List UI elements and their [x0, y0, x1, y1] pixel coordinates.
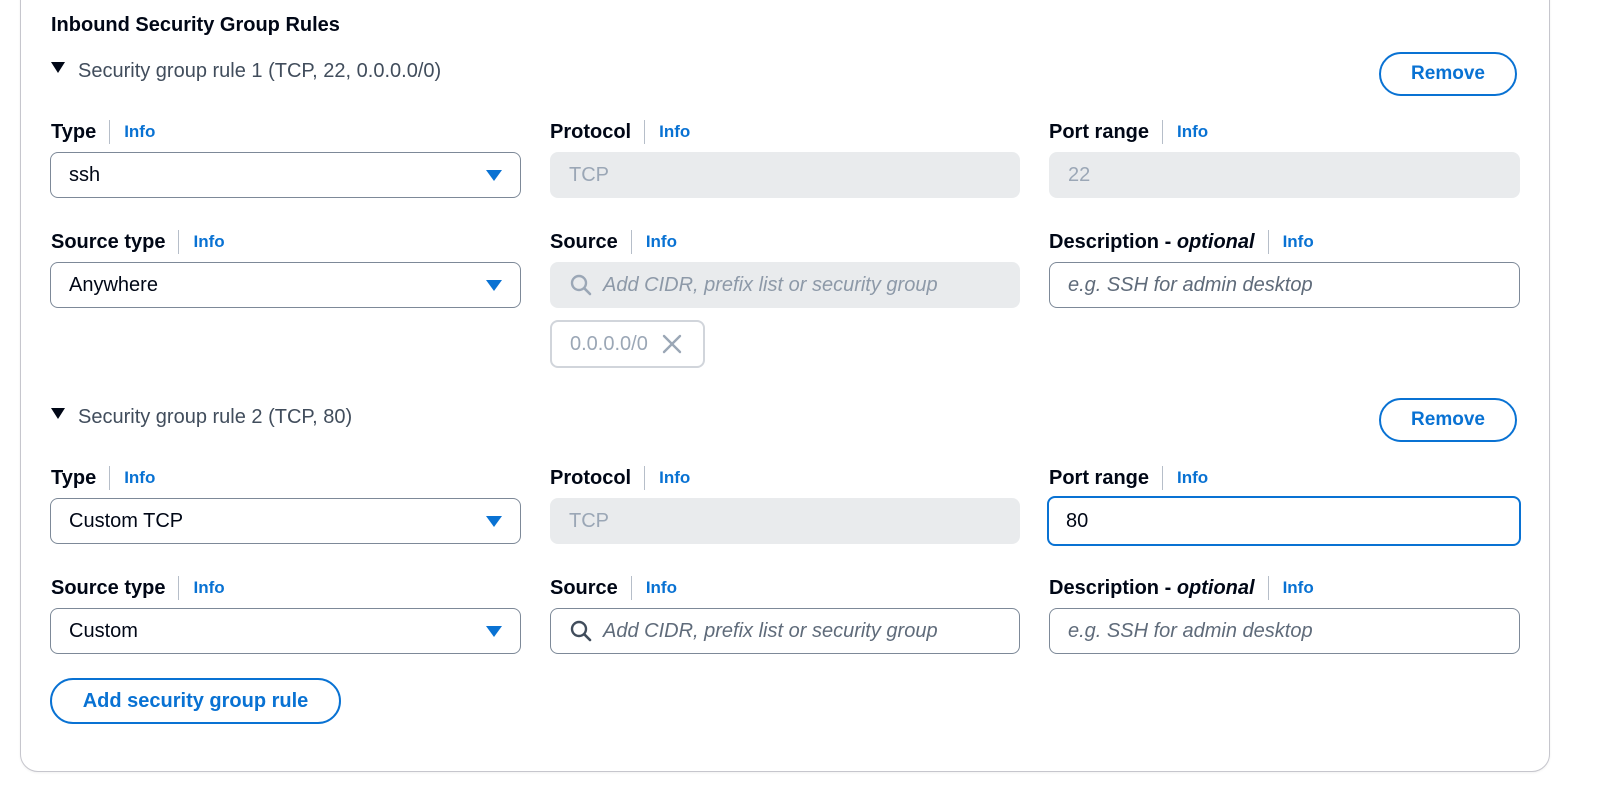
divider — [109, 120, 111, 144]
dropdown-arrow-icon — [486, 169, 502, 181]
rule-2-port-label-row: Port range Info — [1049, 465, 1208, 491]
rule-1-port-range-field: 22 — [1049, 152, 1520, 198]
description-placeholder: e.g. SSH for admin desktop — [1068, 273, 1313, 296]
close-icon[interactable] — [662, 334, 682, 354]
rule-2-type-select[interactable]: Custom TCP — [50, 498, 521, 544]
port-range-value: 80 — [1066, 509, 1089, 532]
description-info-link[interactable]: Info — [1283, 232, 1314, 252]
divider — [109, 466, 111, 490]
caret-down-icon — [51, 62, 65, 73]
divider — [630, 576, 632, 600]
rule-2-remove-button[interactable]: Remove — [1379, 398, 1517, 442]
source-label: Source — [550, 576, 618, 599]
dropdown-arrow-icon — [486, 625, 502, 637]
rule-1-source-label-row: Source Info — [550, 229, 677, 255]
rule-2-description-input[interactable]: e.g. SSH for admin desktop — [1049, 608, 1520, 654]
divider — [1267, 576, 1269, 600]
protocol-info-link[interactable]: Info — [659, 122, 690, 142]
type-label: Type — [51, 466, 97, 489]
port-range-label: Port range — [1049, 120, 1150, 143]
dropdown-arrow-icon — [486, 515, 502, 527]
divider — [1162, 120, 1164, 144]
add-security-group-rule-button[interactable]: Add security group rule — [50, 678, 341, 724]
type-value: ssh — [69, 163, 101, 186]
source-info-link[interactable]: Info — [646, 232, 677, 252]
description-label: Description - optional — [1049, 230, 1255, 253]
divider — [178, 230, 180, 254]
security-group-panel — [20, 0, 1550, 772]
source-token: 0.0.0.0/0 — [550, 320, 705, 368]
source-type-value: Anywhere — [69, 273, 158, 296]
rule-1-port-label-row: Port range Info — [1049, 119, 1208, 145]
source-info-link[interactable]: Info — [646, 578, 677, 598]
rule-1-description-label-row: Description - optional Info — [1049, 229, 1314, 255]
rule-1-source-type-select[interactable]: Anywhere — [50, 262, 521, 308]
source-type-value: Custom — [69, 619, 138, 642]
rule-2-protocol-field: TCP — [550, 498, 1020, 544]
protocol-label: Protocol — [550, 120, 632, 143]
divider — [1162, 466, 1164, 490]
source-placeholder: Add CIDR, prefix list or security group — [603, 273, 938, 296]
source-placeholder: Add CIDR, prefix list or security group — [603, 619, 938, 642]
rule-2-source-type-select[interactable]: Custom — [50, 608, 521, 654]
port-range-info-link[interactable]: Info — [1177, 468, 1208, 488]
divider — [630, 230, 632, 254]
rule-1-type-label-row: Type Info — [51, 119, 155, 145]
rule-2-header: Security group rule 2 (TCP, 80) — [78, 406, 353, 428]
rule-2-port-range-input[interactable]: 80 — [1047, 496, 1521, 546]
source-token-value: 0.0.0.0/0 — [570, 332, 648, 355]
rule-1-source-type-label-row: Source type Info — [51, 229, 225, 255]
rule-1-description-input[interactable]: e.g. SSH for admin desktop — [1049, 262, 1520, 308]
type-info-link[interactable]: Info — [124, 468, 155, 488]
divider — [178, 576, 180, 600]
description-label: Description - optional — [1049, 576, 1255, 599]
description-info-link[interactable]: Info — [1283, 578, 1314, 598]
type-info-link[interactable]: Info — [124, 122, 155, 142]
search-icon — [570, 620, 592, 642]
source-label: Source — [550, 230, 618, 253]
protocol-info-link[interactable]: Info — [659, 468, 690, 488]
search-icon — [570, 274, 592, 296]
rule-2-toggle[interactable]: Security group rule 2 (TCP, 80) — [51, 406, 352, 429]
rule-2-source-input[interactable]: Add CIDR, prefix list or security group — [550, 608, 1020, 654]
rule-2-description-label-row: Description - optional Info — [1049, 575, 1314, 601]
divider — [644, 466, 646, 490]
divider — [644, 120, 646, 144]
rule-1-toggle[interactable]: Security group rule 1 (TCP, 22, 0.0.0.0/… — [51, 60, 441, 83]
protocol-value: TCP — [569, 163, 609, 186]
rule-2-protocol-label-row: Protocol Info — [550, 465, 690, 491]
protocol-label: Protocol — [550, 466, 632, 489]
rule-1-protocol-field: TCP — [550, 152, 1020, 198]
type-label: Type — [51, 120, 97, 143]
port-range-info-link[interactable]: Info — [1177, 122, 1208, 142]
section-title: Inbound Security Group Rules — [51, 14, 340, 36]
caret-down-icon — [51, 408, 65, 419]
source-type-label: Source type — [51, 230, 166, 253]
source-type-info-link[interactable]: Info — [193, 578, 224, 598]
rule-1-header: Security group rule 1 (TCP, 22, 0.0.0.0/… — [78, 60, 442, 82]
rule-2-source-label-row: Source Info — [550, 575, 677, 601]
description-placeholder: e.g. SSH for admin desktop — [1068, 619, 1313, 642]
rule-2-type-label-row: Type Info — [51, 465, 155, 491]
protocol-value: TCP — [569, 509, 609, 532]
divider — [1267, 230, 1269, 254]
type-value: Custom TCP — [69, 509, 184, 532]
port-range-value: 22 — [1068, 163, 1091, 186]
source-type-info-link[interactable]: Info — [193, 232, 224, 252]
rule-1-remove-button[interactable]: Remove — [1379, 52, 1517, 96]
source-type-label: Source type — [51, 576, 166, 599]
rule-1-source-input: Add CIDR, prefix list or security group — [550, 262, 1020, 308]
rule-1-protocol-label-row: Protocol Info — [550, 119, 690, 145]
port-range-label: Port range — [1049, 466, 1150, 489]
rule-1-type-select[interactable]: ssh — [50, 152, 521, 198]
dropdown-arrow-icon — [486, 279, 502, 291]
rule-2-source-type-label-row: Source type Info — [51, 575, 225, 601]
